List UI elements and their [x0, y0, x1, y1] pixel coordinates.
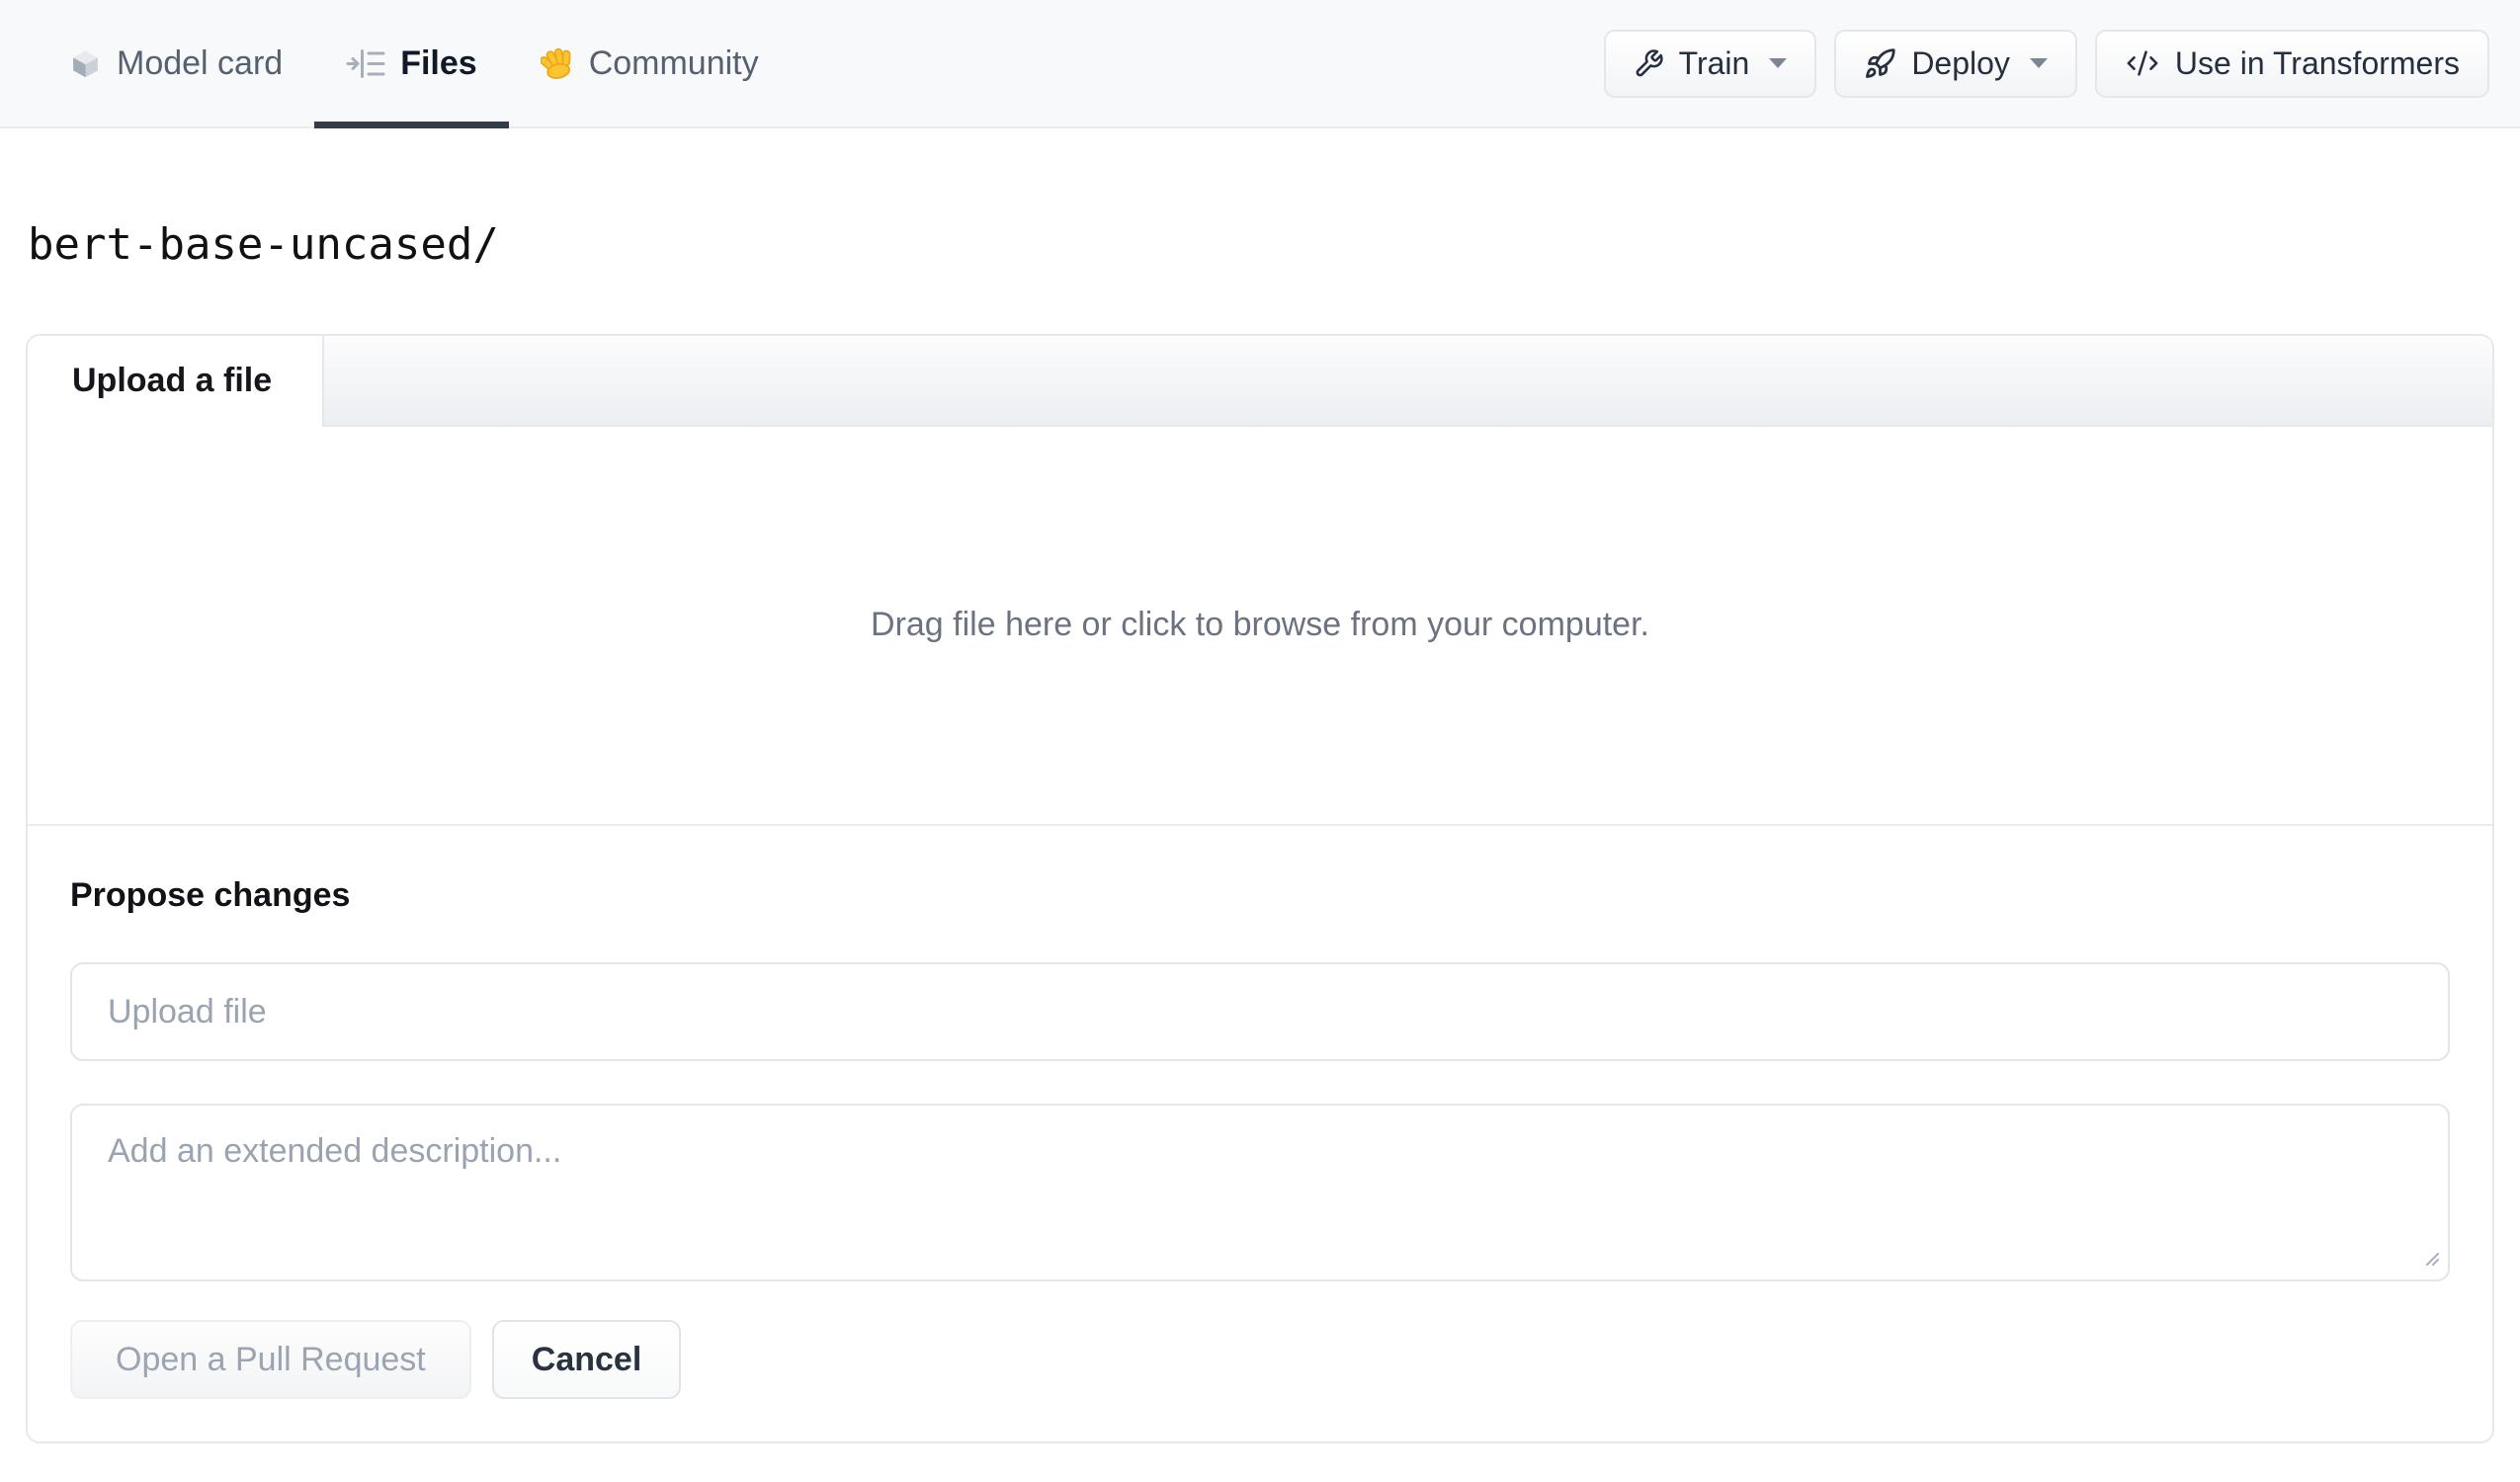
tabbar-filler — [324, 335, 2492, 427]
propose-changes-heading: Propose changes — [70, 875, 351, 914]
upload-filename-input[interactable] — [70, 962, 2450, 1062]
code-icon — [2125, 46, 2160, 80]
button-label: Use in Transformers — [2174, 44, 2460, 81]
use-in-transformers-button[interactable]: Use in Transformers — [2094, 29, 2489, 98]
deploy-button[interactable]: Deploy — [1834, 29, 2077, 98]
tab-label: Community — [588, 43, 759, 82]
tab-upload-a-file[interactable]: Upload a file — [28, 335, 324, 427]
chevron-down-icon — [2029, 58, 2048, 68]
main-content: bert-base-uncased/ Upload a file Drag fi… — [0, 219, 2520, 1444]
description-textarea[interactable] — [70, 1104, 2450, 1282]
tab-label: Files — [400, 43, 477, 82]
description-field-wrap — [70, 1104, 2450, 1282]
cancel-button[interactable]: Cancel — [491, 1320, 682, 1400]
tab-community[interactable]: Community — [509, 0, 791, 126]
rocket-icon — [1864, 47, 1896, 80]
propose-changes-section: Propose changes Open a Pull Request Canc… — [28, 826, 2492, 1442]
dropzone-text: Drag file here or click to browse from y… — [871, 606, 1649, 644]
tab-model-card[interactable]: Model card — [38, 0, 314, 126]
file-dropzone[interactable]: Drag file here or click to browse from y… — [28, 427, 2492, 826]
upload-card: Upload a file Drag file here or click to… — [26, 333, 2494, 1444]
button-label: Deploy — [1911, 44, 2010, 81]
resize-handle-icon[interactable] — [2419, 1246, 2441, 1273]
files-icon — [346, 47, 385, 80]
tab-files[interactable]: Files — [314, 0, 509, 128]
repo-path: bert-base-uncased/ — [28, 219, 499, 270]
repo-nav: Model card Files Community Train Deploy … — [0, 0, 2520, 128]
cube-icon — [69, 47, 102, 80]
chevron-down-icon — [1769, 58, 1788, 68]
propose-actions: Open a Pull Request Cancel — [70, 1320, 2450, 1400]
wrench-icon — [1634, 48, 1664, 79]
open-pull-request-button[interactable]: Open a Pull Request — [70, 1320, 471, 1400]
active-tab-underline — [314, 122, 509, 128]
tab-label: Model card — [117, 43, 284, 82]
repo-action-buttons: Train Deploy Use in Transformers — [1603, 0, 2489, 126]
train-button[interactable]: Train — [1603, 29, 1817, 98]
wave-icon — [540, 46, 574, 80]
upload-card-tabbar: Upload a file — [28, 335, 2492, 427]
button-label: Train — [1678, 44, 1750, 81]
